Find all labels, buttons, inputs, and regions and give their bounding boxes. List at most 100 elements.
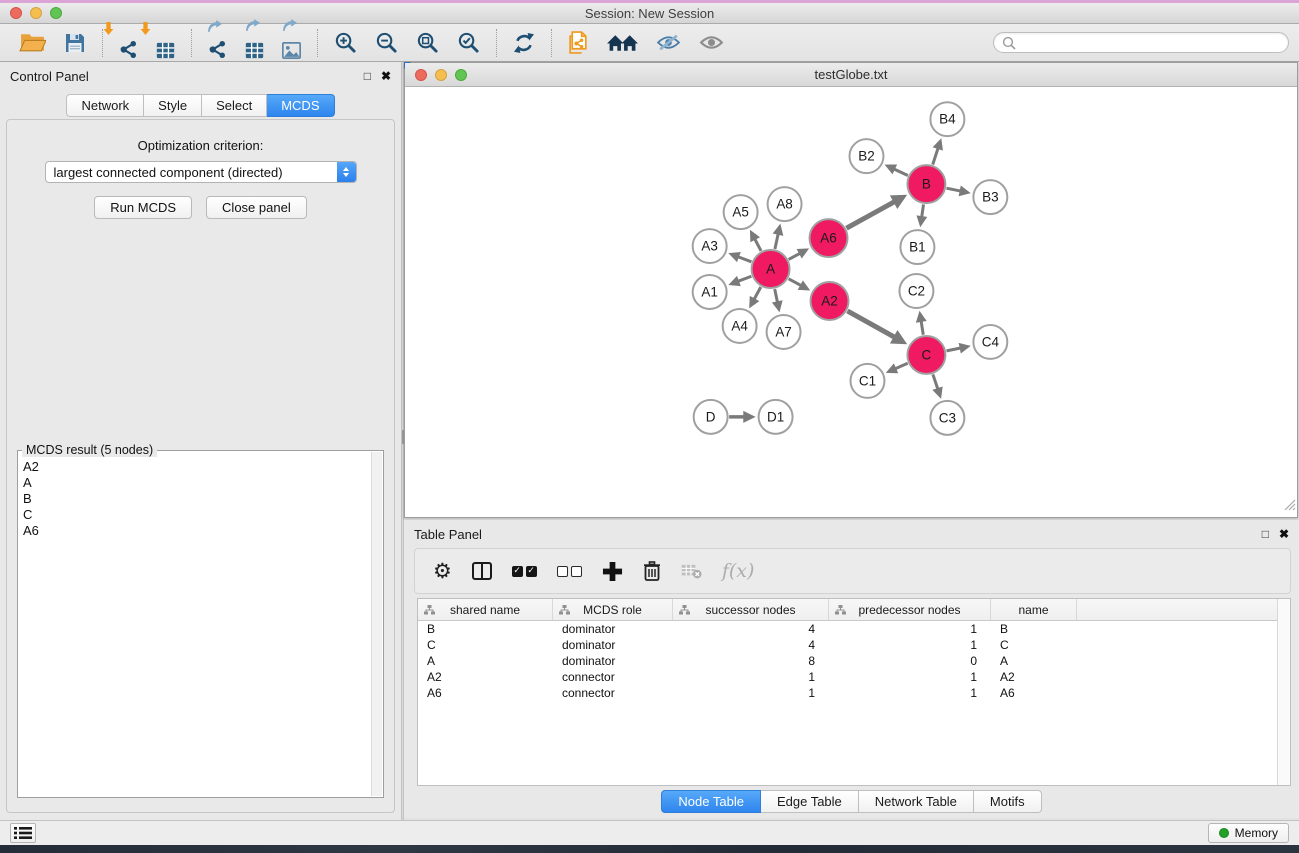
graph-edge-A-A8[interactable]	[775, 234, 778, 249]
tab-motifs[interactable]: Motifs	[974, 790, 1042, 813]
import-arrow-icon	[140, 22, 151, 40]
table-row[interactable]: A2connector11A2	[418, 669, 1290, 685]
task-history-button[interactable]	[10, 823, 36, 843]
zoom-selected-button[interactable]	[448, 27, 489, 59]
delete-column-button[interactable]	[633, 553, 671, 589]
tab-edge-table[interactable]: Edge Table	[761, 790, 859, 813]
zoom-in-button[interactable]	[325, 27, 366, 59]
float-panel-icon[interactable]: □	[364, 69, 371, 83]
home-view-button[interactable]	[598, 27, 647, 59]
edge-arrow-icon	[916, 311, 927, 323]
zoom-in-icon	[334, 31, 357, 54]
graph-edge-B-B3[interactable]	[946, 188, 960, 191]
tab-mcds[interactable]: MCDS	[267, 94, 334, 117]
apply-layout-button[interactable]	[504, 27, 544, 59]
tab-node-table[interactable]: Node Table	[661, 790, 761, 813]
close-panel-icon[interactable]: ✖	[381, 69, 391, 83]
mcds-result-list[interactable]: A2ABCA6	[19, 459, 370, 796]
tab-style[interactable]: Style	[144, 94, 202, 117]
table-row[interactable]: Adominator80A	[418, 653, 1290, 669]
result-item[interactable]: A	[19, 475, 370, 491]
select-all-button[interactable]	[502, 553, 547, 589]
column-header-MCDS-role[interactable]: MCDS role	[553, 599, 673, 620]
function-builder-button[interactable]: f(x)	[712, 553, 765, 589]
import-table-button[interactable]	[147, 27, 184, 59]
memory-button[interactable]: Memory	[1208, 823, 1289, 843]
graph-edge-A6-B[interactable]	[846, 202, 894, 228]
export-image-button[interactable]	[273, 27, 310, 59]
table-cell: 8	[673, 653, 829, 669]
zoom-fit-button[interactable]	[407, 27, 448, 59]
table-row[interactable]: Cdominator41C	[418, 637, 1290, 653]
search-box[interactable]	[993, 32, 1289, 53]
graph-edge-B-B2[interactable]	[894, 169, 908, 176]
import-arrow-icon	[103, 22, 114, 40]
app-title: Session: New Session	[0, 6, 1299, 21]
run-mcds-button[interactable]: Run MCDS	[94, 196, 192, 219]
network-graph[interactable]: B4B2BB3A8A5A6A3B1AC2A1A2A4A7C4CC1DD1C3	[405, 87, 1297, 517]
table-cell: A6	[418, 685, 553, 701]
eye-icon	[699, 34, 724, 51]
result-item[interactable]: B	[19, 491, 370, 507]
edge-arrow-icon	[743, 411, 755, 423]
table-row[interactable]: Bdominator41B	[418, 621, 1290, 637]
graph-edge-C-C2[interactable]	[921, 321, 923, 335]
graph-edge-C-C3[interactable]	[933, 374, 938, 389]
tab-network[interactable]: Network	[66, 94, 144, 117]
column-header-predecessor-nodes[interactable]: predecessor nodes	[829, 599, 991, 620]
column-layout-button[interactable]	[462, 553, 502, 589]
clone-network-button[interactable]	[559, 27, 598, 59]
table-scrollbar[interactable]	[1277, 599, 1290, 785]
graph-edge-C-C1[interactable]	[895, 363, 907, 369]
graph-edge-B-B4[interactable]	[933, 148, 938, 165]
resize-grip-icon[interactable]	[1282, 497, 1296, 516]
zoom-out-button[interactable]	[366, 27, 407, 59]
hide-panel-button[interactable]	[647, 27, 690, 59]
toolbar-separator	[191, 29, 192, 57]
result-item[interactable]: A6	[19, 523, 370, 539]
node-label-A8: A8	[776, 197, 792, 212]
graph-edge-A-A7[interactable]	[775, 289, 778, 302]
result-scrollbar[interactable]	[371, 452, 382, 796]
table-cell: A2	[991, 669, 1077, 685]
graph-edge-A2-C[interactable]	[847, 311, 894, 337]
graph-edge-A-A2[interactable]	[789, 279, 802, 286]
delete-table-icon	[681, 564, 702, 579]
toolbar-separator	[551, 29, 552, 57]
close-panel-button[interactable]: Close panel	[206, 196, 307, 219]
tab-network-table[interactable]: Network Table	[859, 790, 974, 813]
delete-table-button[interactable]	[671, 553, 712, 589]
open-session-button[interactable]	[10, 27, 55, 59]
criterion-select[interactable]: largest connected component (directed)	[45, 161, 357, 183]
select-stepper-icon[interactable]	[337, 162, 356, 182]
table-header-row: shared nameMCDS rolesuccessor nodesprede…	[418, 599, 1290, 621]
graph-edge-A-A4[interactable]	[754, 287, 761, 299]
homes-icon	[607, 34, 638, 52]
zoom-fit-icon	[416, 31, 439, 54]
export-network-button[interactable]	[199, 27, 236, 59]
column-header-successor-nodes[interactable]: successor nodes	[673, 599, 829, 620]
column-header-name[interactable]: name	[991, 599, 1077, 620]
table-settings-button[interactable]: ⚙	[423, 553, 462, 589]
close-panel-icon[interactable]: ✖	[1279, 527, 1289, 541]
graph-edge-A-A3[interactable]	[738, 257, 751, 262]
search-input[interactable]	[1020, 36, 1280, 50]
save-session-button[interactable]	[55, 27, 95, 59]
add-column-button[interactable]	[592, 553, 633, 589]
graph-edge-A-A6[interactable]	[789, 253, 800, 259]
table-row[interactable]: A6connector11A6	[418, 685, 1290, 701]
float-panel-icon[interactable]: □	[1262, 527, 1269, 541]
table-cell: C	[418, 637, 553, 653]
export-table-button[interactable]	[236, 27, 273, 59]
result-item[interactable]: C	[19, 507, 370, 523]
graph-edge-B-B1[interactable]	[922, 204, 924, 217]
column-header-shared-name[interactable]: shared name	[418, 599, 553, 620]
graph-edge-A-A5[interactable]	[755, 239, 761, 251]
result-item[interactable]: A2	[19, 459, 370, 475]
graph-edge-A-A1[interactable]	[738, 276, 751, 281]
deselect-all-button[interactable]	[547, 553, 592, 589]
network-canvas[interactable]: B4B2BB3A8A5A6A3B1AC2A1A2A4A7C4CC1DD1C3	[405, 87, 1297, 517]
tab-select[interactable]: Select	[202, 94, 267, 117]
show-panel-button[interactable]	[690, 27, 733, 59]
graph-edge-C-C4[interactable]	[946, 348, 960, 351]
